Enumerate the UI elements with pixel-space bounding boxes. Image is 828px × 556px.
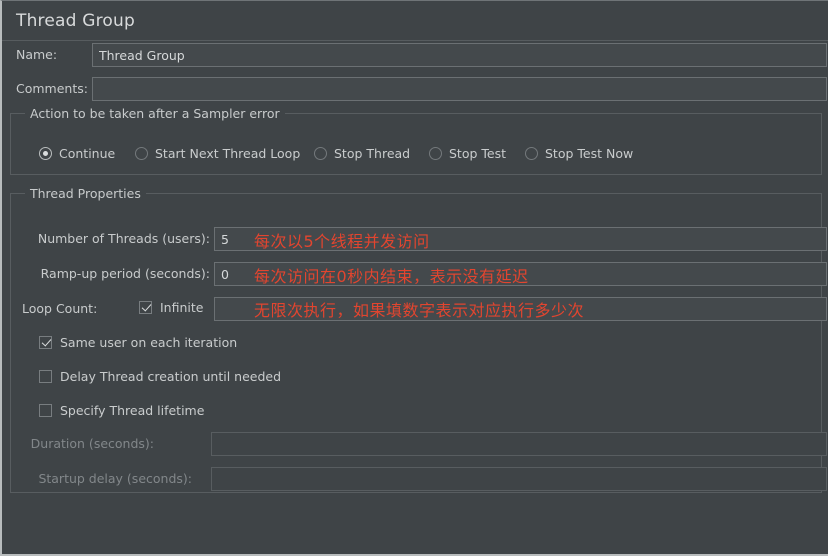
num-threads-label: Number of Threads (users): [37,231,210,246]
radio-continue-label: Continue [59,145,116,161]
radio-stop-test[interactable]: Stop Test [429,144,506,162]
same-user-label: Same user on each iteration [60,334,238,350]
loop-count-input[interactable] [214,297,827,321]
checkbox-checked-icon [139,300,152,314]
radio-start-next-thread-loop[interactable]: Start Next Thread Loop [135,144,300,162]
startup-delay-label: Startup delay (seconds): [38,471,192,486]
comments-input[interactable] [92,77,827,101]
radio-stop-thread-label: Stop Thread [334,145,411,161]
radio-continue[interactable]: Continue [39,144,115,162]
radio-unselected-icon [429,146,442,160]
checkbox-unchecked-icon [39,369,52,383]
specify-lifetime-label: Specify Thread lifetime [60,402,205,418]
radio-start-next-thread-loop-label: Start Next Thread Loop [155,145,301,161]
infinite-checkbox[interactable]: Infinite [139,298,203,316]
radio-selected-icon [39,146,52,160]
comments-label: Comments: [16,81,88,96]
radio-unselected-icon [314,146,327,160]
page-title: Thread Group [16,11,136,31]
num-threads-input[interactable] [214,227,827,251]
radio-stop-thread[interactable]: Stop Thread [314,144,410,162]
radio-stop-test-now[interactable]: Stop Test Now [525,144,633,162]
name-label: Name: [16,47,58,62]
name-row: Name: [2,43,828,69]
sampler-error-group-title: Action to be taken after a Sampler error [25,106,285,121]
duration-input[interactable] [211,432,827,456]
radio-stop-test-now-label: Stop Test Now [545,145,634,161]
rampup-input[interactable] [214,262,827,286]
delay-thread-label: Delay Thread creation until needed [60,368,282,384]
loop-count-label: Loop Count: [22,301,98,316]
titlebar: Thread Group [2,1,828,41]
sampler-error-group: Action to be taken after a Sampler error… [10,106,822,175]
duration-label: Duration (seconds): [30,436,154,451]
thread-properties-group-title: Thread Properties [25,186,146,201]
radio-stop-test-label: Stop Test [449,145,507,161]
thread-group-panel: Thread Group Name: Comments: Action to b… [0,0,828,556]
comments-row: Comments: [2,77,828,103]
checkbox-checked-icon [39,335,52,349]
checkbox-unchecked-icon [39,403,52,417]
same-user-checkbox[interactable]: Same user on each iteration [39,333,237,351]
infinite-label: Infinite [160,299,204,315]
radio-unselected-icon [135,146,148,160]
specify-lifetime-checkbox[interactable]: Specify Thread lifetime [39,401,204,419]
name-input[interactable] [92,43,827,67]
radio-unselected-icon [525,146,538,160]
delay-thread-checkbox[interactable]: Delay Thread creation until needed [39,367,281,385]
rampup-label: Ramp-up period (seconds): [40,266,210,281]
startup-delay-input[interactable] [211,467,827,491]
